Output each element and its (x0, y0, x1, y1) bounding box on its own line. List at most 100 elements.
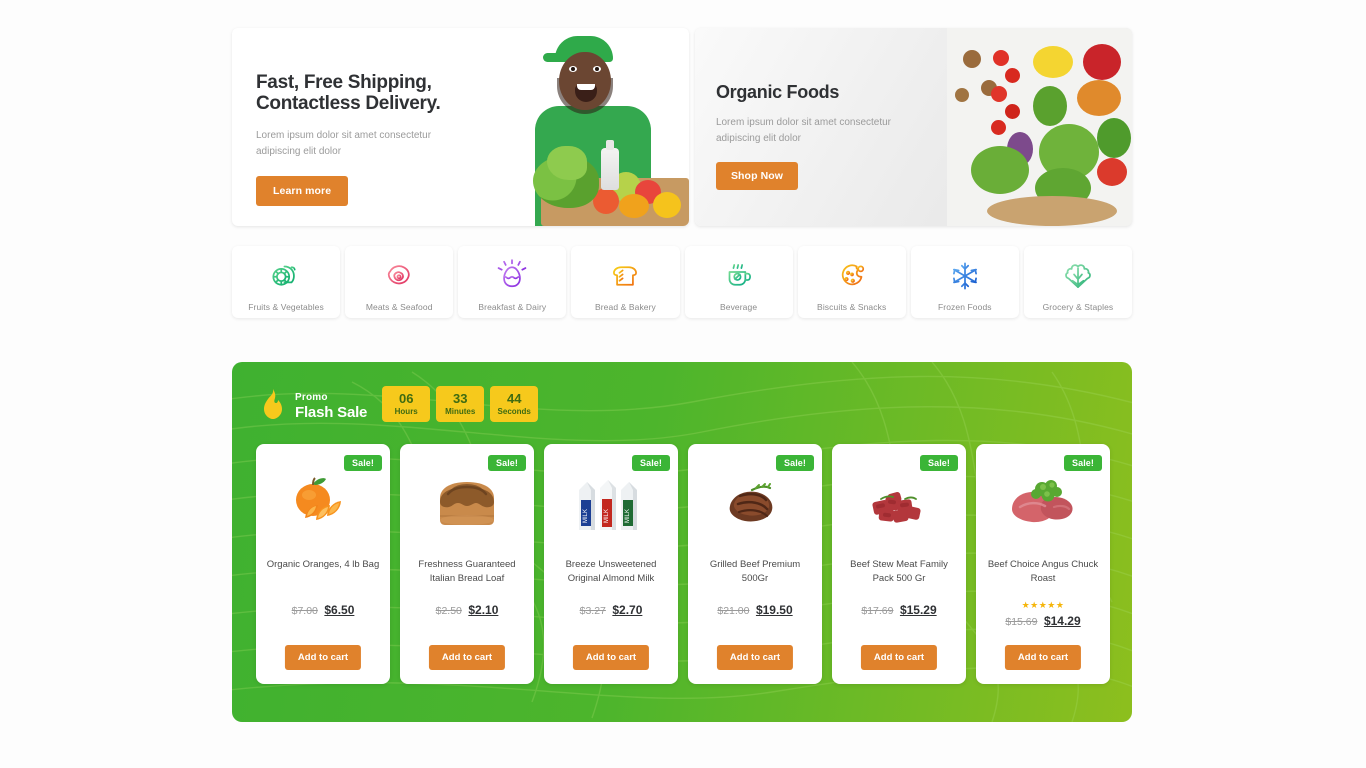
hero-banner-row: Fast, Free Shipping, Contactless Deliver… (232, 28, 1132, 226)
product-price: $21.00 $19.50 (717, 601, 792, 619)
hero-left-title: Fast, Free Shipping, Contactless Deliver… (256, 72, 689, 114)
product-new-price: $14.29 (1043, 614, 1081, 628)
countdown-hours-label: Hours (394, 406, 418, 416)
flash-sale-header: Promo Flash Sale 06 Hours 33 Minutes 44 … (232, 362, 1132, 422)
countdown-seconds: 44 Seconds (490, 386, 539, 422)
sale-badge: Sale! (919, 455, 958, 471)
category-row: Fruits & Vegetables Meats & Seafood Brea… (232, 246, 1132, 318)
add-to-cart-button[interactable]: Add to cart (716, 645, 794, 670)
category-label: Biscuits & Snacks (817, 301, 887, 312)
leafy-greens-icon (1059, 257, 1097, 295)
bread-icon (606, 257, 644, 295)
product-card[interactable]: Sale! Freshness Guaranteed Italian Bread… (400, 444, 534, 684)
category-card-frozen-foods[interactable]: Frozen Foods (910, 246, 1019, 318)
hero-right-content: Organic Foods Lorem ipsum dolor sit amet… (695, 28, 1132, 190)
product-name: Organic Oranges, 4 lb Bag (266, 559, 380, 570)
add-to-cart-button[interactable]: Add to cart (428, 645, 506, 670)
svg-text:MILK: MILK (583, 509, 589, 523)
svg-text:MILK: MILK (625, 509, 631, 523)
hero-banner-organic[interactable]: Organic Foods Lorem ipsum dolor sit amet… (694, 28, 1132, 226)
product-old-price: $15.69 (1005, 616, 1038, 628)
hero-left-content: Fast, Free Shipping, Contactless Deliver… (232, 28, 689, 206)
product-new-price: $6.50 (324, 603, 355, 617)
cookie-icon (833, 257, 871, 295)
product-name: Beef Choice Angus Chuck Roast (987, 559, 1099, 584)
category-card-meats-seafood[interactable]: Meats & Seafood (345, 246, 454, 318)
hero-left-subtitle: Lorem ipsum dolor sit amet consectetur a… (256, 130, 432, 157)
product-name: Grilled Beef Premium 500Gr (709, 559, 801, 584)
product-old-price: $21.00 (717, 605, 750, 617)
page-root: Fast, Free Shipping, Contactless Deliver… (0, 0, 1366, 768)
product-old-price: $17.69 (861, 605, 894, 617)
product-old-price: $3.27 (579, 605, 606, 617)
category-label: Bread & Bakery (594, 301, 656, 312)
countdown-hours: 06 Hours (382, 386, 431, 422)
product-card[interactable]: Sale! Grilled Beef Premium 500Gr $21.00 (688, 444, 822, 684)
coffee-cup-icon (720, 257, 758, 295)
product-price: $2.50 $2.10 (436, 601, 499, 619)
countdown-minutes-label: Minutes (445, 406, 476, 416)
category-label: Fruits & Vegetables (248, 301, 324, 312)
product-new-price: $19.50 (755, 603, 793, 617)
category-card-fruits-vegetables[interactable]: Fruits & Vegetables (232, 246, 341, 318)
product-card[interactable]: Sale! (256, 444, 390, 684)
product-card-list: Sale! Organic Oranges, 4 lb Bag $7.00 $6… (232, 422, 1132, 684)
product-price: $17.69 $15.29 (861, 601, 936, 619)
countdown-minutes-value: 33 (452, 390, 468, 406)
hero-right-subtitle: Lorem ipsum dolor sit amet consectetur a… (715, 117, 892, 144)
product-card[interactable]: Sale! (976, 444, 1110, 684)
product-new-price: $15.29 (899, 603, 937, 617)
countdown-minutes: 33 Minutes (436, 386, 485, 422)
add-to-cart-button[interactable]: Add to cart (284, 645, 362, 670)
countdown-seconds-label: Seconds (497, 406, 531, 416)
sale-badge: Sale! (343, 455, 382, 471)
hero-left-title-line1: Fast, Free Shipping, (256, 72, 432, 93)
product-rating-stars: ★★★★★ (1021, 600, 1065, 610)
flame-icon (260, 389, 286, 419)
steak-icon (380, 257, 418, 295)
add-to-cart-button[interactable]: Add to cart (572, 645, 650, 670)
category-label: Grocery & Staples (1042, 301, 1114, 312)
product-new-price: $2.70 (612, 603, 643, 617)
category-label: Beverage (719, 301, 758, 312)
promo-kicker: Promo (295, 391, 328, 403)
product-old-price: $7.00 (291, 605, 318, 617)
add-to-cart-button[interactable]: Add to cart (1004, 645, 1082, 670)
egg-icon (493, 257, 531, 295)
sale-badge: Sale! (1063, 455, 1102, 471)
product-name: Freshness Guaranteed Italian Bread Loaf (418, 559, 516, 584)
product-old-price: $2.50 (435, 605, 462, 617)
product-card[interactable]: Sale! (832, 444, 966, 684)
hero-banner-shipping[interactable]: Fast, Free Shipping, Contactless Deliver… (232, 28, 689, 226)
hero-right-title: Organic Foods (715, 82, 840, 102)
snowflake-icon (946, 257, 984, 295)
product-price: $7.00 $6.50 (292, 601, 355, 619)
citrus-icon (267, 257, 305, 295)
category-card-bread-bakery[interactable]: Bread & Bakery (571, 246, 680, 318)
product-price: $15.69 $14.29 (1005, 612, 1080, 630)
sale-badge: Sale! (775, 455, 814, 471)
category-card-breakfast-dairy[interactable]: Breakfast & Dairy (458, 246, 567, 318)
learn-more-button[interactable]: Learn more (256, 176, 349, 206)
countdown-hours-value: 06 (398, 390, 414, 406)
hero-left-title-line2: Contactless Delivery. (256, 93, 441, 114)
product-name: Beef Stew Meat Family Pack 500 Gr (850, 559, 948, 584)
sale-badge: Sale! (631, 455, 670, 471)
svg-text:MILK: MILK (604, 509, 610, 523)
countdown-seconds-value: 44 (506, 390, 522, 406)
category-card-grocery-staples[interactable]: Grocery & Staples (1023, 246, 1132, 318)
product-new-price: $2.10 (468, 603, 499, 617)
sale-badge: Sale! (487, 455, 526, 471)
product-price: $3.27 $2.70 (580, 601, 643, 619)
category-label: Frozen Foods (937, 301, 992, 312)
add-to-cart-button[interactable]: Add to cart (860, 645, 938, 670)
category-label: Breakfast & Dairy (478, 301, 547, 312)
product-card[interactable]: Sale! MILK MILK MILK Breeze Unsweetened … (544, 444, 678, 684)
promo-text-block: Promo Flash Sale (295, 387, 367, 422)
shop-now-button[interactable]: Shop Now (715, 162, 799, 190)
category-card-biscuits-snacks[interactable]: Biscuits & Snacks (797, 246, 906, 318)
countdown-timer: 06 Hours 33 Minutes 44 Seconds (382, 386, 539, 422)
product-name: Breeze Unsweetened Original Almond Milk (565, 559, 657, 584)
category-card-beverage[interactable]: Beverage (684, 246, 793, 318)
flash-sale-section: Promo Flash Sale 06 Hours 33 Minutes 44 … (232, 362, 1132, 722)
